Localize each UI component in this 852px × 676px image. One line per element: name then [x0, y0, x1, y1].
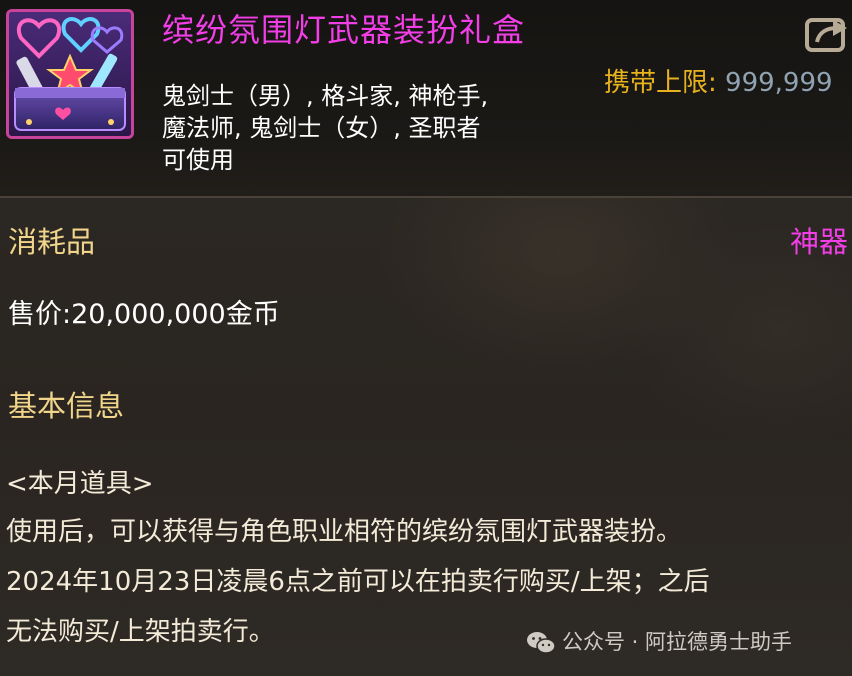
- sell-price-label: 售价:: [8, 299, 72, 330]
- basic-info-title: 基本信息: [8, 389, 125, 423]
- item-type: 消耗品: [8, 225, 96, 259]
- gift-box-icon[interactable]: [6, 9, 134, 139]
- item-name: 缤纷氛围灯武器装扮礼盒: [162, 11, 526, 49]
- header-divider: [0, 196, 852, 198]
- description-line: 使用后，可以获得与角色职业相符的缤纷氛围灯武器装扮。: [6, 517, 683, 547]
- watermark: 公众号 · 阿拉德勇士助手: [526, 626, 792, 658]
- item-rarity: 神器: [790, 225, 849, 259]
- description-line: 2024年10月23日凌晨6点之前可以在拍卖行购买/上架；之后: [6, 567, 710, 597]
- share-icon[interactable]: [805, 14, 849, 54]
- watermark-text: 公众号 · 阿拉德勇士助手: [562, 630, 793, 654]
- sell-price: 售价:20,000,000金币: [8, 296, 280, 334]
- carry-limit-label: 携带上限:: [604, 68, 717, 98]
- carry-limit-value: 999,999: [725, 68, 833, 98]
- usable-classes: 鬼剑士（男）, 格斗家, 神枪手, 魔法师, 鬼剑士（女）, 圣职者 可使用: [162, 80, 562, 176]
- wechat-icon: [527, 632, 556, 654]
- carry-limit: 携带上限: 999,999: [604, 66, 833, 100]
- description-line: <本月道具>: [6, 469, 154, 499]
- usable-classes-line: 可使用: [162, 146, 234, 174]
- description-line: 无法购买/上架拍卖行。: [6, 617, 275, 647]
- item-tooltip: 缤纷氛围灯武器装扮礼盒 携带上限: 999,999 鬼剑士（男）, 格斗家, 神…: [0, 0, 852, 676]
- usable-classes-line: 鬼剑士（男）, 格斗家, 神枪手,: [162, 82, 489, 110]
- usable-classes-line: 魔法师, 鬼剑士（女）, 圣职者: [162, 114, 481, 142]
- sell-price-value: 20,000,000金币: [71, 299, 280, 330]
